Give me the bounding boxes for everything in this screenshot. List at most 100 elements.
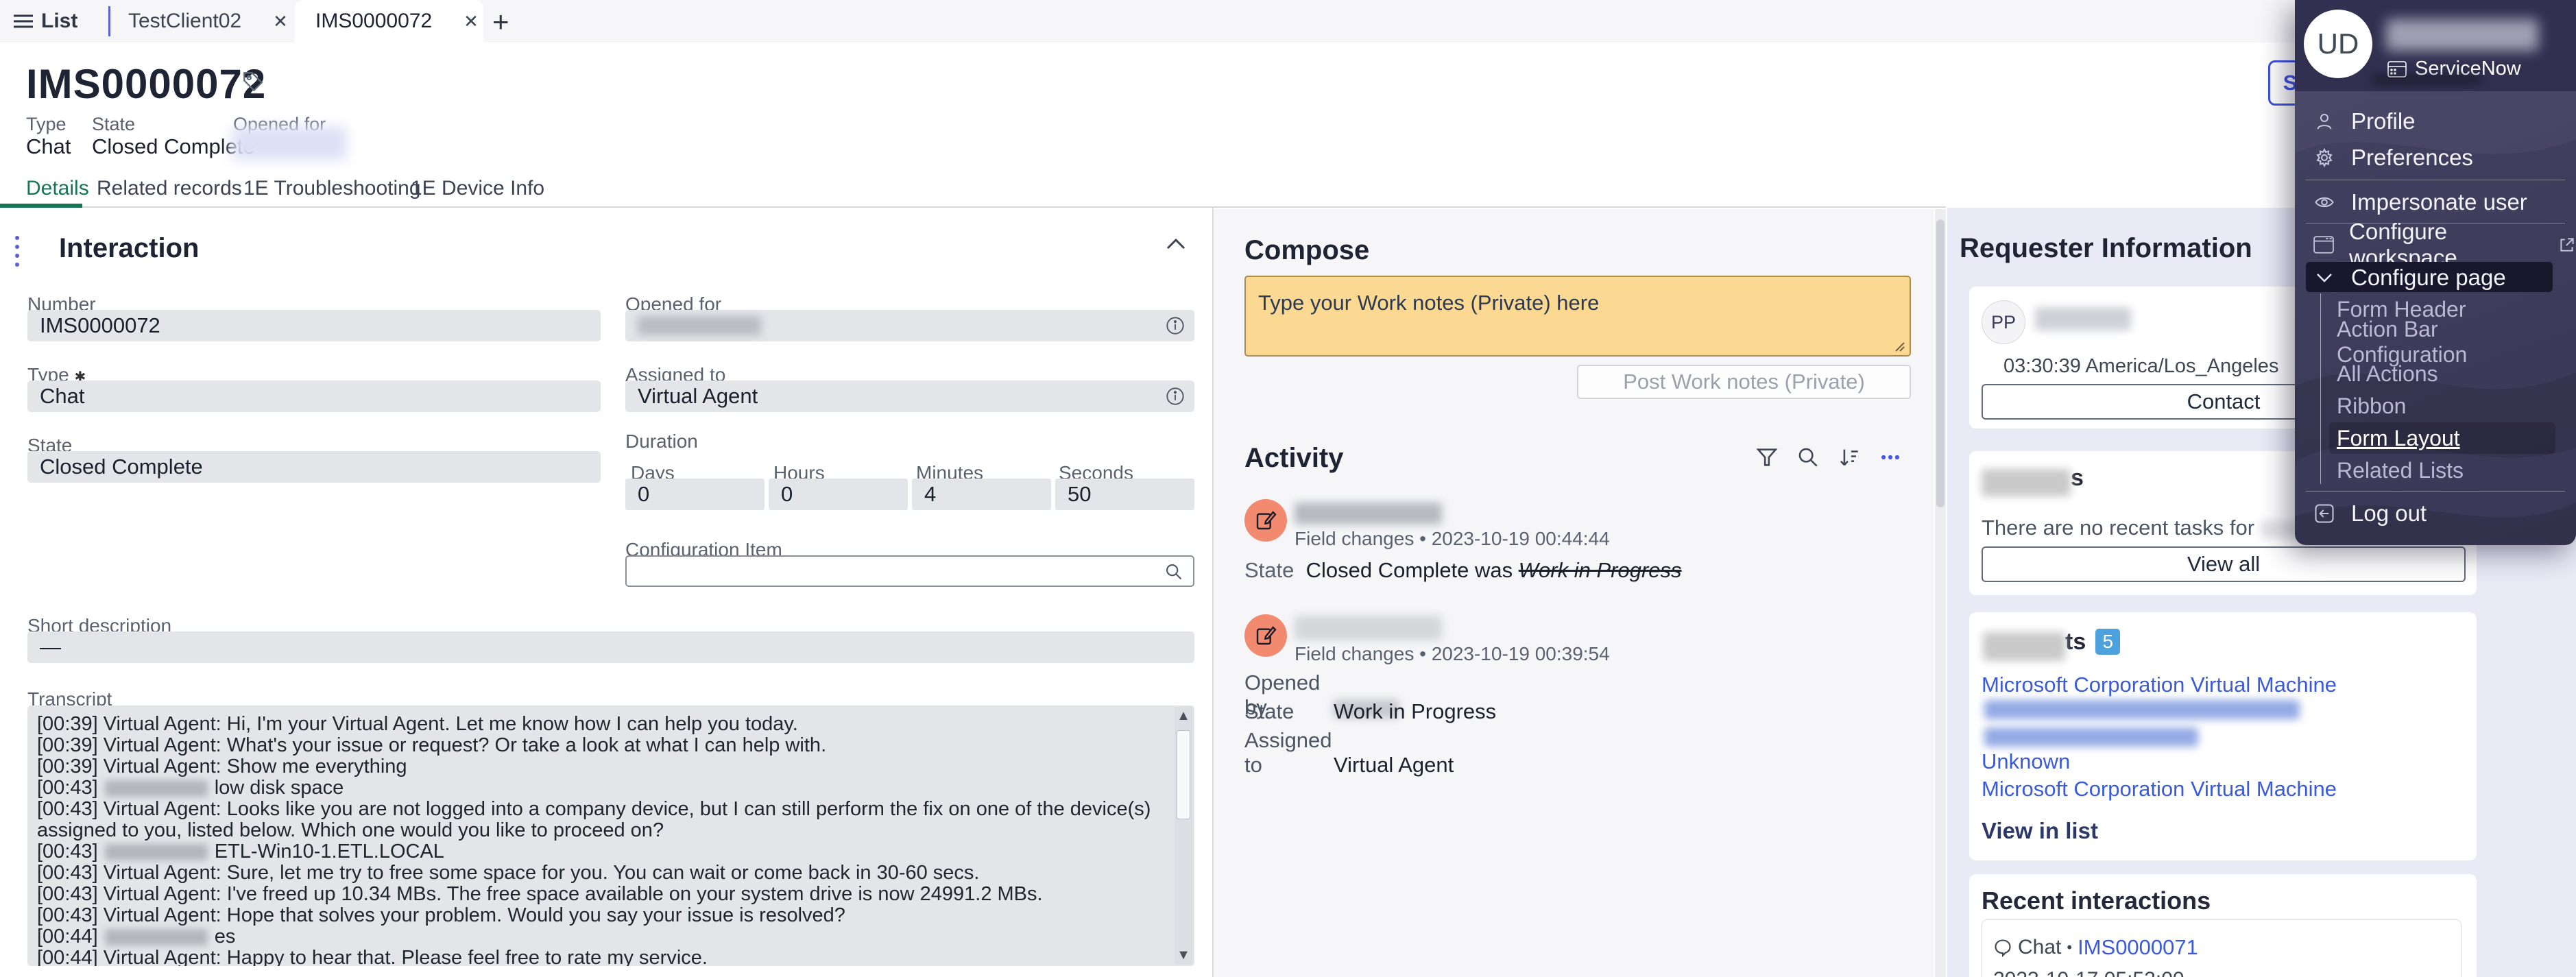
asset-link[interactable]: Microsoft Corporation Virtual Machine: [1982, 673, 2337, 697]
activity-user-redacted: [1295, 503, 1442, 524]
recent-interactions-card: Recent interactions Chat • IMS0000071 20…: [1969, 874, 2477, 977]
interaction-link[interactable]: IMS0000071: [2078, 935, 2198, 960]
menu-item-impersonate-user[interactable]: Impersonate user: [2295, 184, 2576, 221]
drag-handle-icon[interactable]: [15, 236, 19, 267]
tasks-card-title: s: [1982, 465, 2084, 496]
resize-handle[interactable]: [1893, 340, 1905, 352]
duration-minutes-field[interactable]: 4: [912, 479, 1051, 510]
activity-user-redacted: [1295, 616, 1442, 640]
post-work-notes-button[interactable]: Post Work notes (Private): [1577, 365, 1911, 399]
work-notes-placeholder: Type your Work notes (Private) here: [1258, 291, 1600, 315]
activity-toolbar: [1755, 446, 1902, 469]
menu-item-log-out[interactable]: Log out: [2295, 495, 2576, 532]
sort-icon[interactable]: [1838, 446, 1861, 469]
transcript-line: [00:44] Virtual Agent: Happy to hear tha…: [37, 947, 708, 967]
menu-item-configure-page[interactable]: Configure page: [2295, 259, 2576, 296]
opened-for-field[interactable]: [625, 310, 1194, 341]
type-field[interactable]: Chat: [27, 381, 601, 412]
assets-card: ts 5 Microsoft Corporation Virtual Machin…: [1969, 612, 2477, 860]
menu-item-configure-workspace[interactable]: Configure workspace: [2295, 219, 2576, 270]
interaction-item[interactable]: Chat • IMS0000071 2023-10-17 05:52:00: [1982, 919, 2461, 977]
menu-divider: [2306, 491, 2565, 492]
tab-details[interactable]: Details: [26, 177, 89, 200]
header-state-label: State: [92, 114, 136, 134]
submenu-item-related-lists[interactable]: Related Lists: [2337, 455, 2563, 487]
state-field[interactable]: Closed Complete: [27, 451, 601, 483]
view-all-button[interactable]: View all: [1982, 546, 2466, 582]
asset-link-redacted[interactable]: [1984, 700, 2300, 719]
duration-seconds-field[interactable]: 50: [1055, 479, 1194, 510]
active-tab-underline: [0, 204, 82, 208]
external-link-icon: [2558, 236, 2576, 254]
asset-link[interactable]: Unknown: [1982, 749, 2070, 774]
transcript-scrollbar[interactable]: ▲ ▼: [1175, 707, 1192, 965]
transcript-field[interactable]: [00:39] Virtual Agent: Hi, I'm your Virt…: [27, 705, 1194, 966]
tab-label: TestClient02: [128, 10, 242, 32]
header-type-label: Type: [26, 114, 67, 134]
workspace-tab-bar: List TestClient02 ✕ IMS0000072 ✕ +: [0, 0, 2576, 43]
scrollbar-thumb[interactable]: [1177, 730, 1190, 819]
scroll-down-icon[interactable]: ▼: [1175, 948, 1192, 963]
view-in-list-link[interactable]: View in list: [1982, 818, 2098, 844]
menu-item-preferences[interactable]: Preferences: [2295, 139, 2576, 176]
activity-title: Activity: [1244, 443, 1344, 473]
transcript-line: [00:39] Virtual Agent: Hi, I'm your Virt…: [37, 713, 798, 735]
tab-1e-device-info[interactable]: 1E Device Info: [411, 177, 544, 200]
menu-item-profile[interactable]: Profile: [2295, 103, 2576, 140]
tag-icon[interactable]: [241, 70, 265, 93]
scrollbar-thumb[interactable]: [1936, 219, 1945, 507]
short-description-field[interactable]: —: [27, 631, 1194, 663]
requester-local-time: 03:30:39 America/Los_Angeles: [2003, 355, 2279, 377]
recent-interactions-title: Recent interactions: [1982, 886, 2211, 915]
add-tab-button[interactable]: +: [492, 5, 509, 38]
filter-icon[interactable]: [1755, 446, 1779, 469]
close-icon[interactable]: ✕: [464, 11, 479, 32]
activity-meta: Field changes • 2023-10-19 00:39:54: [1295, 643, 1610, 664]
info-icon[interactable]: [1166, 316, 1185, 335]
tab-label: IMS0000072: [315, 10, 433, 32]
submenu-item-form-layout[interactable]: Form Layout: [2337, 422, 2563, 455]
duration-days-field[interactable]: 0: [625, 479, 765, 510]
duration-label: Duration: [625, 431, 698, 452]
tab-testclient02[interactable]: TestClient02 ✕: [128, 0, 288, 43]
activity-field-row: Assigned to Virtual Agent: [1244, 728, 1454, 777]
asset-link-redacted[interactable]: [1984, 727, 2198, 747]
transcript-text: [00:39] Virtual Agent: Hi, I'm your Virt…: [37, 713, 1166, 967]
chevron-down-icon: [2313, 272, 2336, 283]
logout-icon: [2313, 503, 2336, 524]
eye-icon: [2313, 192, 2336, 213]
submenu-item-ribbon[interactable]: Ribbon: [2337, 390, 2563, 422]
record-tab-strip: Details Related records 1E Troubleshooti…: [0, 171, 1946, 208]
search-icon[interactable]: [1796, 446, 1820, 469]
info-icon[interactable]: [1166, 387, 1185, 406]
tab-related-records[interactable]: Related records: [97, 177, 242, 200]
tab-1e-troubleshooting[interactable]: 1E Troubleshooting: [243, 177, 421, 200]
close-icon[interactable]: ✕: [273, 11, 288, 32]
tab-divider: [108, 6, 110, 36]
asset-link[interactable]: Microsoft Corporation Virtual Machine: [1982, 777, 2337, 801]
transcript-line: [00:43] Virtual Agent: I've freed up 10.…: [37, 883, 1043, 905]
requester-avatar: PP: [1982, 300, 2025, 344]
list-tab[interactable]: List: [14, 0, 77, 43]
tab-ims0000072[interactable]: IMS0000072 ✕: [295, 0, 483, 43]
work-notes-input[interactable]: Type your Work notes (Private) here: [1244, 276, 1911, 357]
requester-name-redacted: [2035, 307, 2131, 330]
configuration-item-field[interactable]: [625, 555, 1194, 587]
search-icon[interactable]: [1164, 562, 1183, 581]
more-options-icon[interactable]: [1879, 446, 1902, 469]
interaction-date: 2023-10-17 05:52:00: [1993, 968, 2184, 977]
record-title: IMS0000072: [26, 61, 267, 107]
transcript-line: [00:43] Virtual Agent: Hope that solves …: [37, 904, 845, 926]
collapse-chevron-icon[interactable]: [1166, 237, 1186, 251]
assigned-to-field[interactable]: Virtual Agent: [625, 381, 1194, 412]
user-avatar: UD: [2304, 10, 2372, 78]
transcript-name-redacted: [104, 844, 208, 861]
number-field[interactable]: IMS0000072: [27, 310, 601, 341]
assets-card-title: ts 5: [1983, 629, 2121, 661]
requester-info-title: Requester Information: [1960, 233, 2252, 263]
interaction-item-header: Chat • IMS0000071: [1993, 935, 2198, 960]
scroll-up-icon[interactable]: ▲: [1175, 708, 1192, 724]
submenu-item-all-actions[interactable]: All Actions: [2337, 358, 2563, 390]
duration-hours-field[interactable]: 0: [769, 479, 908, 510]
submenu-item-action-bar-configuration[interactable]: Action Bar Configuration: [2337, 317, 2563, 367]
